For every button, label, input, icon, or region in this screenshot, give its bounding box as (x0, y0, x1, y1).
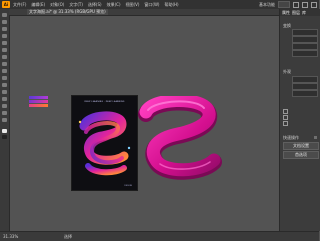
type-tool-icon[interactable] (2, 34, 7, 38)
stroke-color-icon[interactable] (2, 135, 7, 139)
tab-properties[interactable]: 属性 (282, 10, 290, 15)
tab-libraries[interactable]: 库 (302, 10, 306, 15)
checkbox[interactable] (283, 115, 288, 120)
x-field[interactable] (292, 29, 318, 36)
gradient-swatch[interactable] (29, 104, 48, 107)
menu-item-type[interactable]: 文字(T) (69, 2, 83, 8)
selection-tool-icon[interactable] (2, 13, 7, 17)
properties-panel: 属性 图层 库 变换 外观 快速操作 文档设置 首选项 (279, 9, 320, 231)
gradient-tool-icon[interactable] (2, 90, 7, 94)
menu-item-edit[interactable]: 编辑(E) (31, 2, 45, 8)
menu-bar: Ai 文件(F) 编辑(E) 对象(O) 文字(T) 选择(S) 效果(C) 视… (0, 0, 319, 9)
rotate-tool-icon[interactable] (2, 69, 7, 73)
3d-s-artwork[interactable] (138, 96, 228, 196)
line-tool-icon[interactable] (2, 41, 7, 45)
section-appearance: 外观 (283, 69, 291, 74)
opacity-field[interactable] (292, 90, 318, 97)
scale-tool-icon[interactable] (2, 76, 7, 80)
artboard-poster[interactable]: DEEP LEARNING · DEEP LEARNING DESIGN (71, 95, 138, 191)
menu-item-help[interactable]: 帮助(H) (164, 2, 178, 8)
workspace-switcher[interactable]: 基本功能 (259, 2, 275, 8)
search-field[interactable] (278, 1, 290, 8)
document-tab[interactable]: 文字海报.ai* @ 31.33% (RGB/GPU 预览) (27, 9, 108, 15)
menu-item-file[interactable]: 文件(F) (13, 2, 26, 8)
zoom-tool-icon[interactable] (2, 118, 7, 122)
chevron-down-icon[interactable] (314, 136, 317, 139)
stroke-field[interactable] (292, 83, 318, 90)
section-transform: 变换 (283, 23, 291, 28)
document-setup-button[interactable]: 文档设置 (283, 142, 319, 150)
panel-tabs: 属性 图层 库 (280, 9, 320, 16)
menu-item-window[interactable]: 窗口(W) (144, 2, 159, 8)
width-field[interactable] (292, 43, 318, 50)
poster-footer: DESIGN (124, 185, 132, 187)
direct-selection-tool-icon[interactable] (2, 20, 7, 24)
document-tab-bar: 文字海报.ai* @ 31.33% (RGB/GPU 预览) (9, 9, 279, 16)
fill-field[interactable] (292, 76, 318, 83)
y-field[interactable] (292, 36, 318, 43)
canvas[interactable]: DEEP LEARNING · DEEP LEARNING DESIGN (10, 16, 279, 231)
checkbox[interactable] (283, 121, 288, 126)
blend-tool-icon[interactable] (2, 104, 7, 108)
poster-artwork (78, 111, 131, 176)
minimize-button[interactable] (293, 1, 299, 8)
fill-color-icon[interactable] (2, 129, 7, 133)
maximize-button[interactable] (302, 1, 308, 8)
status-text: 选择 (64, 234, 72, 239)
menu-item-view[interactable]: 视图(V) (126, 2, 140, 8)
hand-tool-icon[interactable] (2, 111, 7, 115)
shape-builder-tool-icon[interactable] (2, 83, 7, 87)
pen-tool-icon[interactable] (2, 27, 7, 31)
eyedropper-tool-icon[interactable] (2, 97, 7, 101)
eraser-tool-icon[interactable] (2, 62, 7, 66)
tab-layers[interactable]: 图层 (292, 10, 300, 15)
app-logo: Ai (2, 1, 10, 8)
menu-item-effect[interactable]: 效果(C) (107, 2, 121, 8)
section-quick-actions: 快速操作 (283, 135, 299, 140)
rectangle-tool-icon[interactable] (2, 48, 7, 52)
gradient-swatch[interactable] (29, 100, 48, 103)
brush-tool-icon[interactable] (2, 55, 7, 59)
toolbox (0, 9, 10, 231)
close-button[interactable] (311, 1, 317, 8)
menu-item-select[interactable]: 选择(S) (88, 2, 102, 8)
menu-item-object[interactable]: 对象(O) (50, 2, 64, 8)
menubar-right: 基本功能 (259, 1, 317, 8)
zoom-level[interactable]: 31.33% (3, 234, 18, 239)
checkbox[interactable] (283, 109, 288, 114)
height-field[interactable] (292, 50, 318, 57)
preferences-button[interactable]: 首选项 (283, 151, 319, 159)
gradient-swatch[interactable] (29, 96, 48, 99)
